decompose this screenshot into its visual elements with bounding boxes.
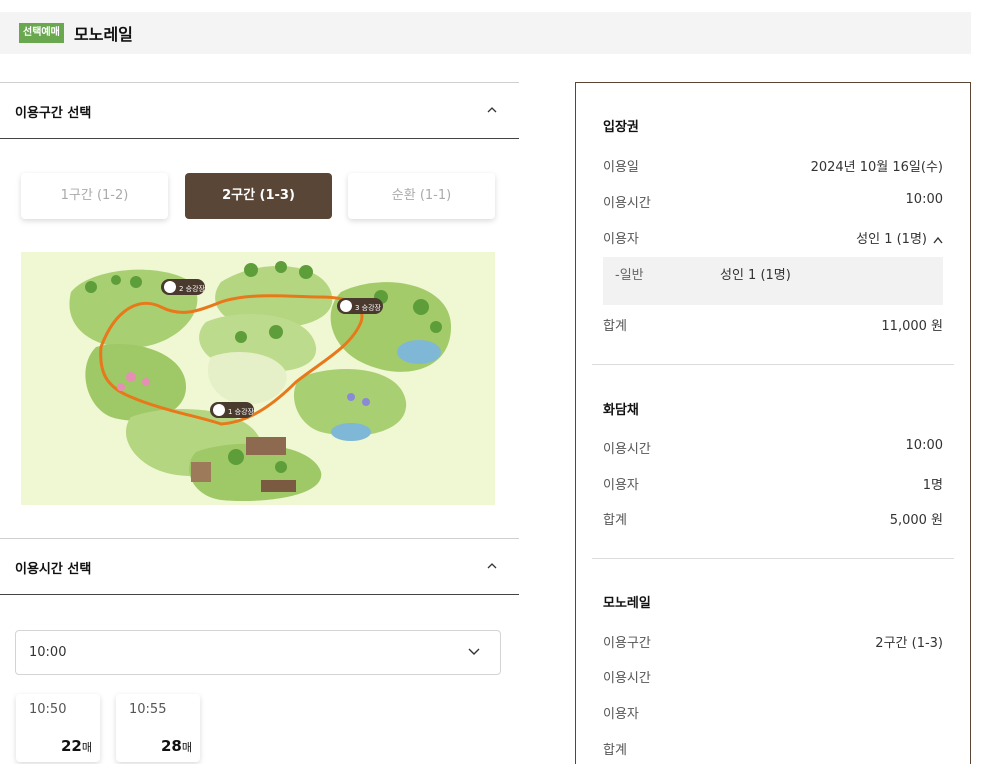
park-map-illustration: 2 승강장 3 승강장 1 승강장	[69, 261, 451, 502]
ticket-time-value: 10:00	[905, 192, 943, 207]
ticket-section-title: 입장권	[603, 120, 639, 135]
time-dropdown[interactable]: 10:00	[15, 630, 501, 675]
time-slot-time: 10:55	[129, 702, 167, 717]
ticket-user-toggle[interactable]: 성인 1 (1명)	[856, 228, 943, 247]
chevron-down-icon	[468, 648, 480, 655]
route-option-1[interactable]: 1구간 (1-2)	[21, 173, 168, 219]
chevron-up-icon[interactable]	[933, 236, 943, 244]
selection-badge: 선택예매	[19, 23, 64, 43]
section-divider	[592, 364, 954, 365]
time-slot-count: 28매	[161, 737, 192, 755]
route-section-header[interactable]: 이용구간 선택	[0, 82, 519, 139]
chevron-up-icon[interactable]	[487, 561, 497, 571]
station-1-marker: 1 승강장	[210, 402, 255, 418]
monorail-section-title: 모노레일	[603, 596, 651, 611]
hwadamchae-time-label: 이용시간	[603, 442, 651, 457]
hwadamchae-total-label: 합계	[603, 513, 627, 528]
ticket-date-value: 2024년 10월 16일(수)	[810, 160, 943, 175]
ticket-user-label: 이용자	[603, 232, 639, 247]
hwadamchae-section-title: 화담채	[603, 403, 639, 418]
ticket-user-value: 성인 1 (1명)	[856, 232, 927, 247]
ticket-total-label: 합계	[603, 319, 627, 334]
monorail-route-map: 2 승강장 3 승강장 1 승강장	[21, 252, 495, 505]
time-slot-card[interactable]: 10:55 28매	[116, 694, 200, 762]
monorail-total-label: 합계	[603, 743, 627, 758]
time-dropdown-value: 10:00	[29, 645, 67, 660]
ticket-date-label: 이용일	[603, 160, 639, 175]
section-divider	[592, 558, 954, 559]
monorail-route-value: 2구간 (1-3)	[875, 636, 943, 651]
time-slot-count: 22매	[61, 737, 92, 755]
ticket-user-detail: -일반 성인 1 (1명)	[603, 257, 943, 305]
route-section-label: 이용구간 선택	[15, 106, 92, 121]
ticket-detail-value: 성인 1 (1명)	[720, 268, 791, 283]
station-1-label: 1 승강장	[228, 407, 255, 416]
hwadamchae-user-value: 1명	[922, 478, 943, 493]
chevron-up-icon[interactable]	[487, 105, 497, 115]
page-header: 선택예매 모노레일	[0, 12, 971, 54]
reservation-summary-panel: 입장권 이용일 2024년 10월 16일(수) 이용시간 10:00 이용자 …	[575, 82, 971, 764]
page-title: 모노레일	[74, 25, 133, 44]
ticket-detail-type: -일반	[615, 268, 644, 283]
monorail-user-label: 이용자	[603, 707, 639, 722]
station-2-label: 2 승강장	[179, 284, 206, 293]
time-section-label: 이용시간 선택	[15, 562, 92, 577]
ticket-time-label: 이용시간	[603, 196, 651, 211]
hwadamchae-total-value: 5,000 원	[889, 513, 943, 528]
time-slot-card[interactable]: 10:50 22매	[16, 694, 100, 762]
monorail-route-label: 이용구간	[603, 636, 651, 651]
route-option-2[interactable]: 2구간 (1-3)	[185, 173, 332, 219]
ticket-total-value: 11,000 원	[881, 319, 943, 334]
station-3-label: 3 승강장	[355, 303, 382, 312]
time-section-header[interactable]: 이용시간 선택	[0, 538, 519, 595]
route-option-loop[interactable]: 순환 (1-1)	[348, 173, 495, 219]
station-2-marker: 2 승강장	[161, 279, 206, 295]
monorail-time-label: 이용시간	[603, 671, 651, 686]
station-3-marker: 3 승강장	[337, 298, 383, 314]
hwadamchae-user-label: 이용자	[603, 478, 639, 493]
hwadamchae-time-value: 10:00	[905, 438, 943, 453]
time-slot-time: 10:50	[29, 702, 67, 717]
